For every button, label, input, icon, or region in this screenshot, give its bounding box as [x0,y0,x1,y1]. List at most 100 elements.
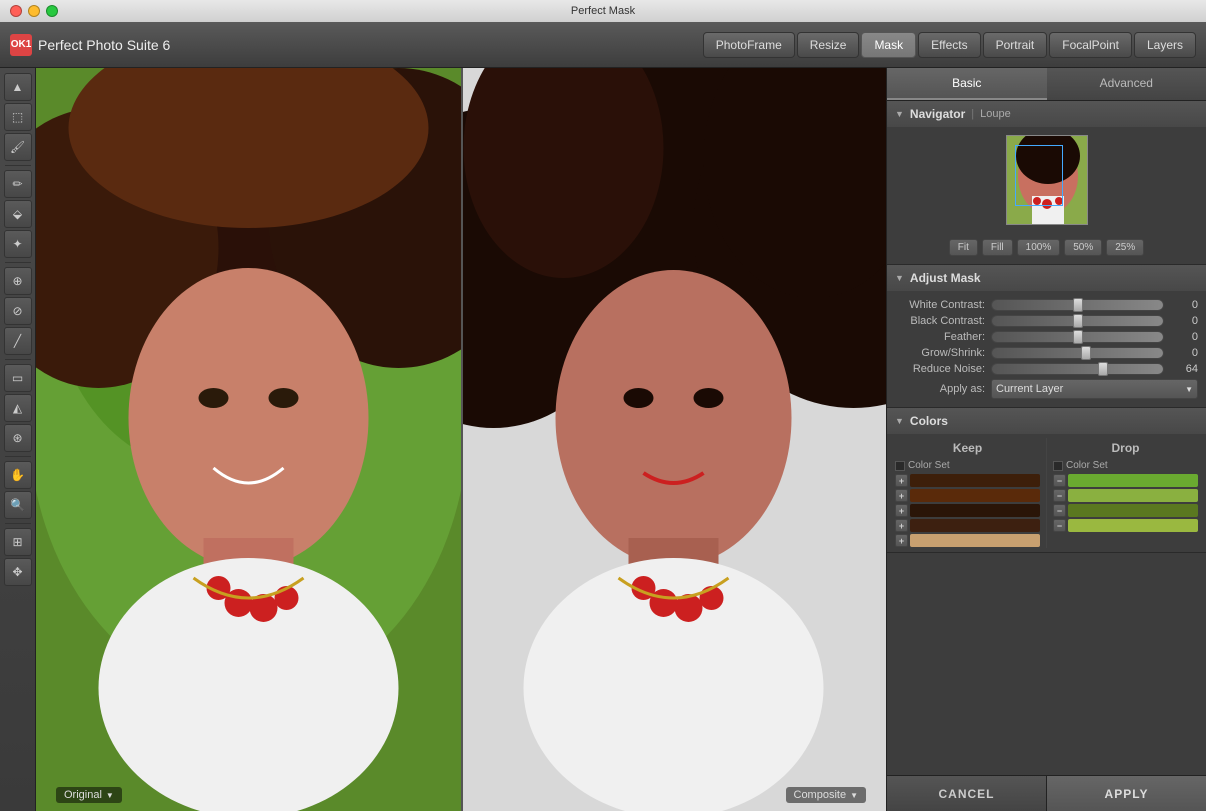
cancel-button[interactable]: CANCEL [887,776,1047,811]
original-label: Original ▼ [56,787,122,803]
tool-divider-3 [5,359,31,360]
nav-fit-btn[interactable]: Fit [949,239,978,256]
app-header: OK1 Perfect Photo Suite 6 PhotoFrame Res… [0,22,1206,68]
colors-section: ▼ Colors Keep Color Set [887,408,1206,553]
apply-button[interactable]: APPLY [1047,776,1206,811]
tool-move[interactable]: ✥ [4,558,32,586]
keep-add-5[interactable]: + [895,534,908,547]
app-title: Perfect Photo Suite 6 [38,37,170,53]
nav-photoframe[interactable]: PhotoFrame [703,32,795,58]
nav-portrait[interactable]: Portrait [983,32,1048,58]
drop-swatch-icon [1053,461,1063,471]
keep-add-2[interactable]: + [895,489,908,502]
grow-shrink-row: Grow/Shrink: 0 [895,347,1198,359]
white-contrast-value: 0 [1170,299,1198,311]
reduce-noise-row: Reduce Noise: 64 [895,363,1198,375]
colors-header[interactable]: ▼ Colors [887,408,1206,434]
tool-line[interactable]: ╱ [4,327,32,355]
tool-fill[interactable]: ◭ [4,394,32,422]
tool-zoom-add[interactable]: ⊕ [4,267,32,295]
drop-bar-3 [1068,504,1198,517]
navigator-header[interactable]: ▼ Navigator | Loupe [887,101,1206,127]
reduce-noise-value: 64 [1170,363,1198,375]
nav-50-btn[interactable]: 50% [1064,239,1102,256]
tool-brush[interactable]: 🖌 [4,133,32,161]
nav-separator: | [971,108,974,120]
title-bar: Perfect Mask [0,0,1206,22]
right-panel: Basic Advanced ▼ Navigator | Loupe [886,68,1206,811]
label-arrow: ▼ [106,791,114,800]
minimize-button[interactable] [28,5,40,17]
keep-bar-2 [910,489,1040,502]
close-button[interactable] [10,5,22,17]
adjust-mask-title: Adjust Mask [910,271,981,285]
black-contrast-row: Black Contrast: 0 [895,315,1198,327]
tool-spray[interactable]: ✦ [4,230,32,258]
feather-slider[interactable] [991,331,1164,343]
tab-advanced[interactable]: Advanced [1047,68,1206,100]
tab-basic[interactable]: Basic [887,68,1047,100]
nav-mask[interactable]: Mask [861,32,916,58]
keep-color-set-label: Color Set [908,460,950,471]
canvas-area[interactable]: Original ▼ Composite ▼ [36,68,886,811]
tool-divider-1 [5,165,31,166]
adjust-mask-section: ▼ Adjust Mask White Contrast: 0 Black [887,265,1206,408]
keep-add-3[interactable]: + [895,504,908,517]
reduce-noise-slider[interactable] [991,363,1164,375]
nav-100-btn[interactable]: 100% [1017,239,1061,256]
nav-resize[interactable]: Resize [797,32,860,58]
keep-color-4: + [891,518,1044,533]
tool-grid[interactable]: ⊞ [4,528,32,556]
black-contrast-slider[interactable] [991,315,1164,327]
drop-minus-2[interactable]: − [1053,489,1066,502]
drop-bar-1 [1068,474,1198,487]
logo-icon: OK1 [10,34,32,56]
nav-focalpoint[interactable]: FocalPoint [1049,32,1132,58]
colors-body: Keep Color Set + + [887,434,1206,552]
adjust-mask-header[interactable]: ▼ Adjust Mask [887,265,1206,291]
drop-column: Drop Color Set − − [1049,438,1202,548]
tool-eraser[interactable]: ▭ [4,364,32,392]
bottom-bar: CANCEL APPLY [887,775,1206,811]
grow-shrink-value: 0 [1170,347,1198,359]
loupe-link[interactable]: Loupe [980,108,1011,120]
grow-shrink-slider[interactable] [991,347,1164,359]
tool-zoom[interactable]: 🔍 [4,491,32,519]
feather-label: Feather: [895,331,985,343]
white-contrast-label: White Contrast: [895,299,985,311]
nav-effects[interactable]: Effects [918,32,980,58]
maximize-button[interactable] [46,5,58,17]
keep-color-5: + [891,533,1044,548]
apply-as-label: Apply as: [895,383,985,395]
tool-dropper[interactable]: ⊛ [4,424,32,452]
keep-color-3: + [891,503,1044,518]
white-contrast-slider[interactable] [991,299,1164,311]
keep-add-1[interactable]: + [895,474,908,487]
drop-minus-3[interactable]: − [1053,504,1066,517]
keep-add-4[interactable]: + [895,519,908,532]
drop-bar-4 [1068,519,1198,532]
tool-hand[interactable]: ✋ [4,461,32,489]
label-arrow2: ▼ [850,791,858,800]
colors-inner: Keep Color Set + + [887,434,1206,552]
drop-color-1: − [1049,473,1202,488]
colors-divider [1046,438,1047,548]
drop-minus-1[interactable]: − [1053,474,1066,487]
panel-content: ▼ Navigator | Loupe [887,101,1206,775]
apply-as-select[interactable]: Current Layer ▼ [991,379,1198,399]
tool-paint[interactable]: ⬙ [4,200,32,228]
nav-25-btn[interactable]: 25% [1106,239,1144,256]
tool-pencil[interactable]: ✏ [4,170,32,198]
nav-fill-btn[interactable]: Fill [982,239,1013,256]
keep-bar-5 [910,534,1040,547]
keep-color-set-row: Color Set [891,458,1044,473]
keep-column: Keep Color Set + + [891,438,1044,548]
tool-select[interactable]: ⬚ [4,103,32,131]
tool-color-pick[interactable]: ⊘ [4,297,32,325]
tool-arrow[interactable]: ▲ [4,73,32,101]
keep-color-1: + [891,473,1044,488]
drop-minus-4[interactable]: − [1053,519,1066,532]
nav-layers[interactable]: Layers [1134,32,1196,58]
apply-as-chevron: ▼ [1185,385,1193,394]
black-contrast-value: 0 [1170,315,1198,327]
